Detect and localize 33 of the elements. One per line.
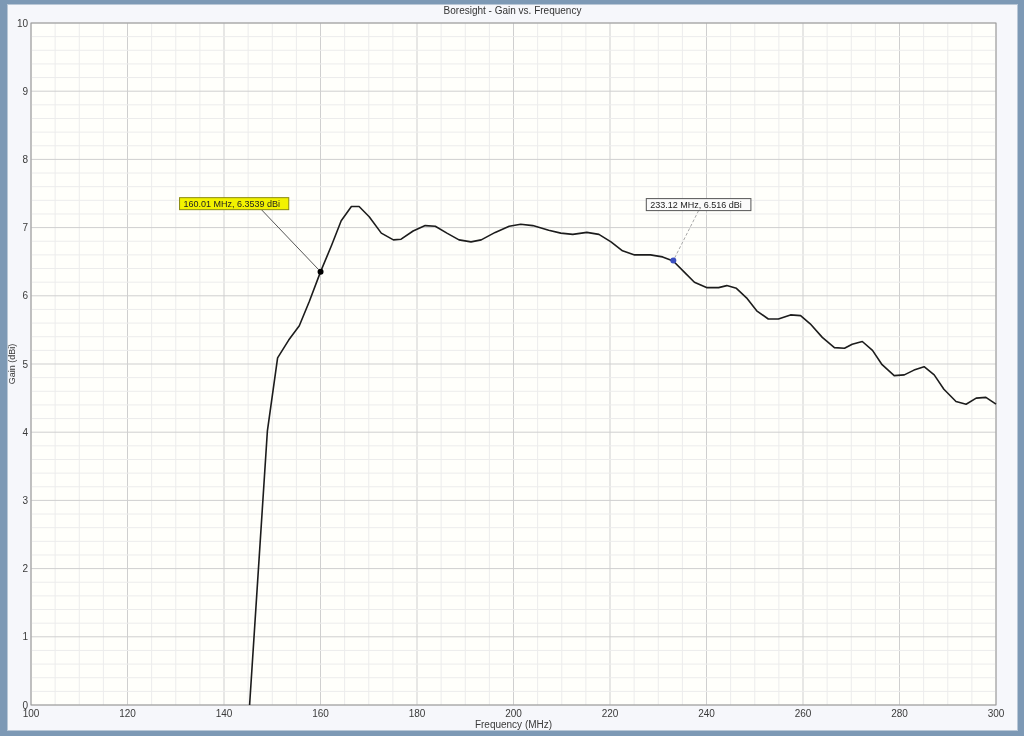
y-tick-label: 6	[22, 290, 28, 302]
x-tick-label: 160	[312, 708, 329, 719]
chart-title: Boresight - Gain vs. Frequency	[443, 4, 582, 17]
x-tick-label: 300	[987, 708, 1005, 719]
x-tick-label: 100	[22, 708, 40, 719]
marker-label: 233.12 MHz, 6.516 dBi	[645, 198, 752, 212]
marker-label: 160.01 MHz, 6.3539 dBi	[179, 197, 290, 211]
y-tick-label: 9	[22, 85, 28, 97]
y-tick-label: 3	[22, 494, 28, 506]
x-tick-label: 180	[408, 708, 426, 719]
x-tick-label: 120	[119, 708, 136, 719]
y-tick-label: 8	[22, 153, 28, 165]
x-tick-label: 260	[794, 708, 812, 719]
y-tick-label: 1	[22, 631, 28, 643]
x-tick-label: 140	[215, 708, 233, 719]
x-tick-label: 220	[601, 708, 619, 719]
y-tick-label: 2	[22, 563, 28, 575]
y-tick-label: 7	[22, 222, 28, 234]
leader-line	[674, 210, 700, 259]
marker-dot	[670, 257, 677, 264]
leader-line	[260, 209, 319, 270]
x-tick-label: 280	[891, 708, 908, 719]
y-tick-label: 10	[16, 17, 28, 29]
x-axis-label: Frequency (MHz)	[474, 719, 553, 730]
x-tick-label: 200	[505, 708, 522, 719]
x-tick-label: 240	[698, 708, 715, 719]
annotation: 160.01 MHz, 6.3539 dBi	[183, 198, 281, 209]
y-tick-label: 4	[22, 426, 28, 438]
y-axis-label: Gain (dBi)	[7, 343, 17, 385]
y-tick-label: 0	[22, 699, 28, 711]
y-tick-label: 5	[22, 358, 28, 370]
marker-dot	[317, 268, 324, 275]
annotation: 233.12 MHz, 6.516 dBi	[650, 199, 742, 210]
